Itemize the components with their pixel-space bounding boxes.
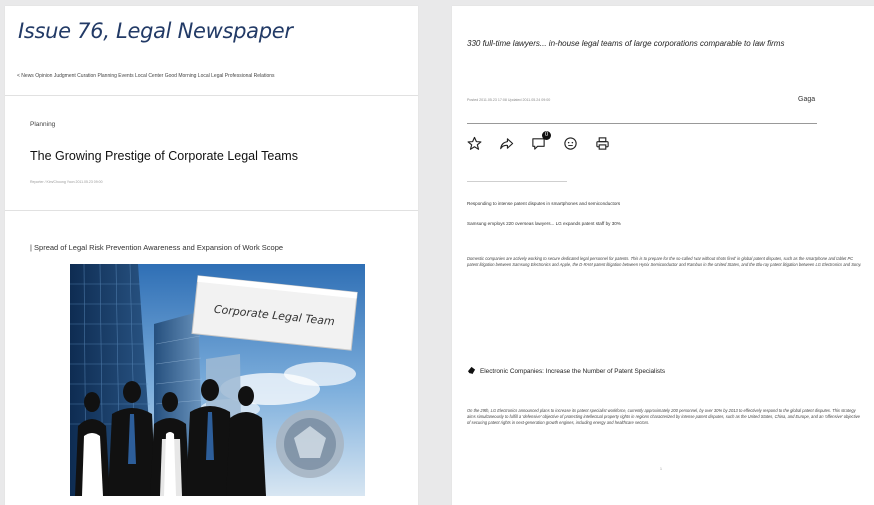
comment-icon[interactable]: 0 [531,130,551,151]
emoji-icon[interactable] [563,136,578,151]
left-article-page: Issue 76, Legal Newspaper < News Opinion… [5,6,418,505]
title-divider [5,210,418,211]
issue-title[interactable]: Issue 76, Legal Newspaper [18,19,293,43]
print-icon[interactable] [595,136,610,151]
category-nav[interactable]: < News Opinion Judgment Curation Plannin… [17,73,275,79]
page-number: 1 [660,467,662,471]
star-icon[interactable] [467,136,482,151]
byline-divider [467,123,817,124]
posted-date: Posted 2011.05.23 17:08 Updated 2011.05.… [467,98,551,102]
right-article-page: 330 full-time lawyers... in-house legal … [452,6,874,505]
body-paragraph-2: On the 29th, LG Electronics announced pl… [467,408,860,425]
bullet-icon [467,362,476,380]
author-name[interactable]: Gaga [798,96,815,103]
comment-count-badge: 0 [542,130,551,140]
body-paragraph-1: Domestic companies are actively working … [467,256,862,267]
summary-line-2: Samsung employs 220 overseas lawyers... … [467,221,621,226]
section-label[interactable]: Planning [30,121,55,128]
subsection-title: Electronic Companies: Increase the Numbe… [480,367,666,375]
body-separator [467,181,567,182]
header-divider [5,95,418,96]
share-icon[interactable] [499,136,514,151]
subsection-heading: Electronic Companies: Increase the Numbe… [467,362,665,380]
article-subhead: | Spread of Legal Risk Prevention Awaren… [30,243,284,252]
article-title: The Growing Prestige of Corporate Legal … [30,149,298,163]
reporter-byline: Reporter / Kim/Choong Yoon 2011.05.23 09… [30,180,103,184]
summary-line-1: Responding to intense patent disputes in… [467,201,621,206]
article-actions-toolbar: 0 [467,130,610,154]
corporate-legal-team-illustration: Corporate Legal Team [70,264,365,496]
article-headline: 330 full-time lawyers... in-house legal … [467,39,785,48]
